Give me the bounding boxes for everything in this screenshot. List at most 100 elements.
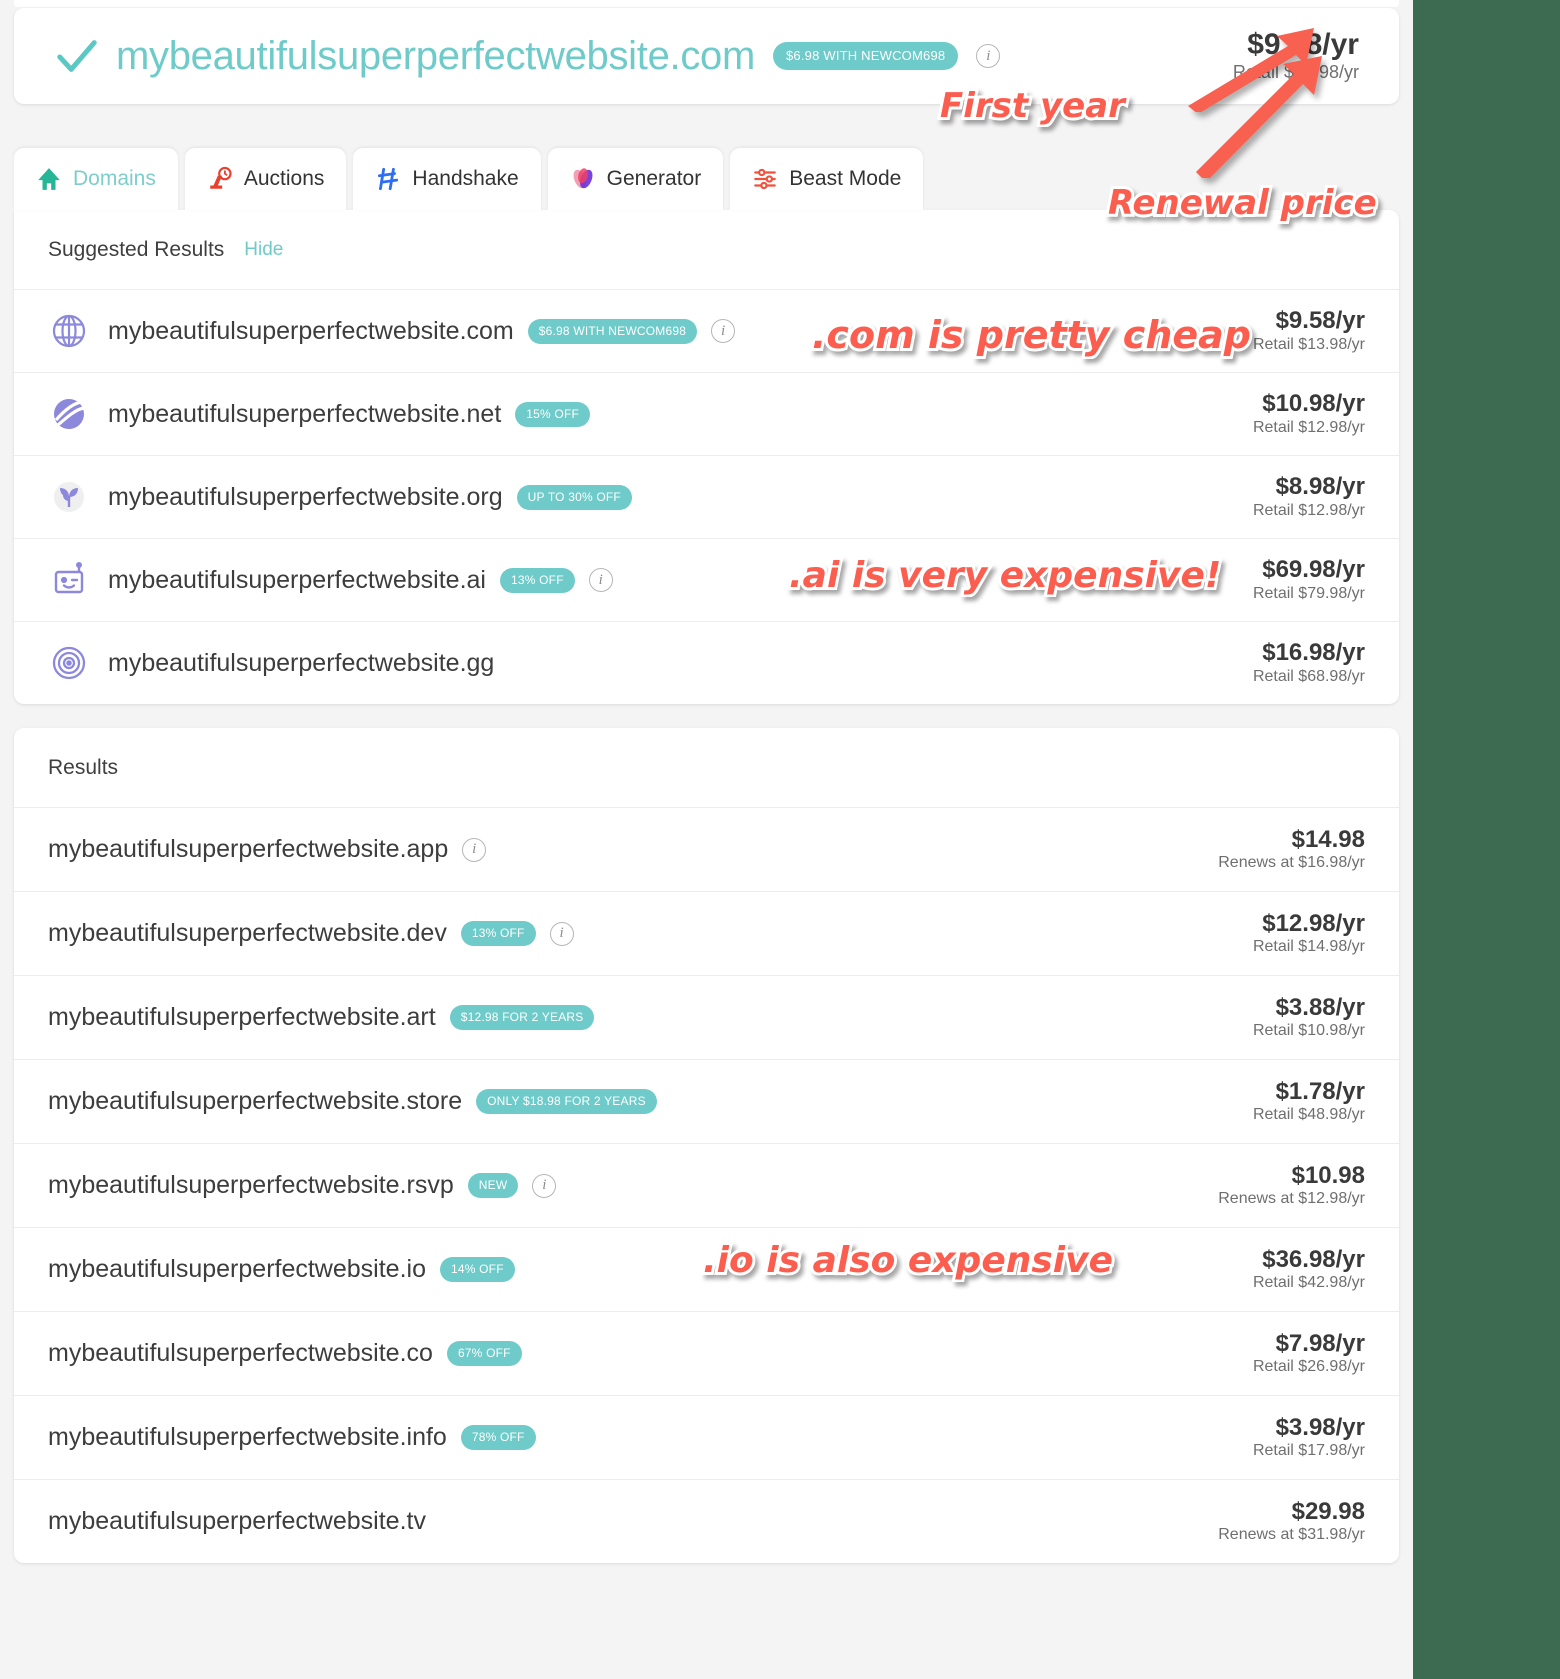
domain-name: mybeautifulsuperperfectwebsite.ai	[108, 565, 486, 594]
suggested-results-card: Suggested Results Hide mybeautifulsuperp…	[14, 210, 1399, 704]
promo-badge: 13% OFF	[460, 921, 536, 946]
table-row[interactable]: mybeautifulsuperperfectwebsite.store ONLY…	[14, 1059, 1399, 1143]
domain-retail-price: Retail $68.98/yr	[1252, 667, 1365, 685]
promo-badge: 13% OFF	[499, 567, 575, 593]
selected-domain-header[interactable]: mybeautifulsuperperfectwebsite.com $6.98…	[14, 8, 1399, 104]
table-row[interactable]: mybeautifulsuperperfectwebsite.tv $29.98…	[14, 1479, 1399, 1563]
domain-price: $3.88/yr	[1275, 993, 1365, 1021]
domain-name: mybeautifulsuperperfectwebsite.info	[48, 1423, 447, 1451]
domain-retail-price: Retail $10.98/yr	[1252, 1022, 1365, 1040]
domain-name: mybeautifulsuperperfectwebsite.dev	[48, 919, 447, 947]
seedling-icon	[48, 476, 90, 518]
domain-name: mybeautifulsuperperfectwebsite.com	[108, 316, 514, 345]
domain-price: $69.98/yr	[1262, 556, 1365, 584]
tab-generator[interactable]: Generator	[547, 148, 724, 210]
globe-icon	[48, 310, 90, 352]
domain-price: $3.98/yr	[1275, 1413, 1365, 1441]
tab-handshake[interactable]: Handshake	[353, 148, 541, 210]
price-block: $7.98/yr Retail $26.98/yr	[1253, 1329, 1365, 1376]
domain-retail-price: Retail $13.98/yr	[1252, 335, 1365, 353]
header-domain-name: mybeautifulsuperperfectwebsite.com	[116, 33, 755, 78]
home-icon	[36, 166, 62, 192]
table-row[interactable]: mybeautifulsuperperfectwebsite.gg $16.98…	[14, 621, 1399, 704]
header-price-block: $9.58/yr Retail $13.98/yr	[1233, 29, 1373, 84]
tab-auctions[interactable]: Auctions	[184, 148, 347, 210]
table-row[interactable]: mybeautifulsuperperfectwebsite.app i $14.…	[14, 807, 1399, 891]
domain-name: mybeautifulsuperperfectwebsite.app	[48, 835, 449, 863]
domain-name: mybeautifulsuperperfectwebsite.gg	[108, 648, 495, 677]
promo-badge: $12.98 FOR 2 YEARS	[449, 1005, 595, 1030]
domain-price: $7.98/yr	[1275, 1329, 1365, 1357]
domain-name: mybeautifulsuperperfectwebsite.store	[48, 1087, 463, 1115]
domain-retail-price: Retail $17.98/yr	[1252, 1442, 1365, 1460]
table-row[interactable]: mybeautifulsuperperfectwebsite.org UP TO …	[14, 455, 1399, 538]
price-block: $10.98/yr Retail $12.98/yr	[1252, 390, 1365, 436]
domain-price: $1.78/yr	[1275, 1077, 1365, 1105]
info-icon[interactable]: i	[588, 568, 613, 592]
promo-badge: 67% OFF	[446, 1341, 522, 1366]
table-row[interactable]: mybeautifulsuperperfectwebsite.co 67% OFF…	[14, 1311, 1399, 1395]
domain-price: $16.98/yr	[1262, 639, 1365, 667]
tab-label: Domains	[73, 167, 156, 190]
table-row[interactable]: mybeautifulsuperperfectwebsite.art $12.98…	[14, 975, 1399, 1059]
domain-name: mybeautifulsuperperfectwebsite.co	[48, 1339, 433, 1367]
table-row[interactable]: mybeautifulsuperperfectwebsite.com $6.98 …	[14, 289, 1399, 372]
price-block: $8.98/yr Retail $12.98/yr	[1252, 473, 1365, 519]
table-row[interactable]: mybeautifulsuperperfectwebsite.net 15% OF…	[14, 372, 1399, 455]
info-icon[interactable]: i	[711, 319, 736, 343]
page-root: mybeautifulsuperperfectwebsite.com $6.98…	[0, 0, 1413, 1679]
domain-price: $9.58/yr	[1275, 307, 1365, 335]
promo-badge: UP TO 30% OFF	[516, 484, 632, 510]
domain-retail-price: Retail $12.98/yr	[1252, 418, 1365, 436]
tab-label: Generator	[606, 167, 702, 190]
domain-retail-price: Retail $12.98/yr	[1252, 501, 1365, 519]
table-row[interactable]: mybeautifulsuperperfectwebsite.dev 13% OF…	[14, 891, 1399, 975]
domain-retail-price: Retail $79.98/yr	[1252, 584, 1365, 602]
tab-domains[interactable]: Domains	[14, 148, 178, 210]
table-row[interactable]: mybeautifulsuperperfectwebsite.rsvp NEW i …	[14, 1143, 1399, 1227]
header-promo-badge: $6.98 WITH NEWCOM698	[773, 42, 959, 70]
price-block: $9.58/yr Retail $13.98/yr	[1252, 307, 1365, 353]
domain-price: $8.98/yr	[1275, 473, 1365, 501]
table-row[interactable]: mybeautifulsuperperfectwebsite.info 78% O…	[14, 1395, 1399, 1479]
sliders-icon	[752, 166, 778, 192]
promo-badge: NEW	[467, 1173, 519, 1198]
promo-badge: 15% OFF	[515, 401, 591, 427]
domain-retail-price: Renews at $31.98/yr	[1218, 1526, 1365, 1544]
info-icon[interactable]: i	[549, 921, 574, 946]
tab-bar: Domains Auctions Handshake Generator Beast M…	[14, 148, 924, 210]
domain-price: $10.98/yr	[1262, 390, 1365, 418]
tab-beast-mode[interactable]: Beast Mode	[730, 148, 924, 210]
robot-icon	[48, 559, 90, 601]
domain-price: $29.98	[1291, 1497, 1365, 1525]
promo-badge: 78% OFF	[460, 1425, 536, 1450]
tab-label: Handshake	[412, 167, 519, 190]
header-info-icon[interactable]: i	[976, 44, 1001, 68]
price-block: $29.98 Renews at $31.98/yr	[1218, 1497, 1365, 1544]
pills-icon	[570, 166, 596, 192]
domain-retail-price: Retail $42.98/yr	[1252, 1274, 1365, 1292]
tab-label: Auctions	[243, 167, 325, 190]
domain-retail-price: Retail $48.98/yr	[1252, 1106, 1365, 1124]
domain-price: $36.98/yr	[1262, 1245, 1365, 1273]
domain-name: mybeautifulsuperperfectwebsite.net	[108, 399, 502, 428]
suggested-results-header: Suggested Results Hide	[14, 210, 1399, 289]
table-row[interactable]: mybeautifulsuperperfectwebsite.ai 13% OFF…	[14, 538, 1399, 621]
domain-price: $10.98	[1291, 1161, 1365, 1189]
domain-name: mybeautifulsuperperfectwebsite.art	[48, 1003, 436, 1031]
table-row[interactable]: mybeautifulsuperperfectwebsite.io 14% OFF…	[14, 1227, 1399, 1311]
price-block: $10.98 Renews at $12.98/yr	[1218, 1161, 1365, 1208]
info-icon[interactable]: i	[532, 1173, 557, 1198]
promo-badge: $6.98 WITH NEWCOM698	[527, 318, 698, 344]
tab-label: Beast Mode	[789, 167, 902, 190]
hide-suggested-link[interactable]: Hide	[244, 239, 283, 261]
domain-retail-price: Renews at $16.98/yr	[1218, 854, 1365, 872]
domain-retail-price: Renews at $12.98/yr	[1218, 1190, 1365, 1208]
net-swoosh-icon	[48, 393, 90, 435]
promo-badge: ONLY $18.98 FOR 2 YEARS	[476, 1089, 657, 1114]
price-block: $3.88/yr Retail $10.98/yr	[1252, 993, 1365, 1040]
price-block: $16.98/yr Retail $68.98/yr	[1252, 639, 1365, 685]
results-card: Results mybeautifulsuperperfectwebsite.a…	[14, 728, 1399, 1563]
info-icon[interactable]: i	[462, 837, 487, 862]
header-price: $9.58/yr	[1247, 27, 1359, 61]
